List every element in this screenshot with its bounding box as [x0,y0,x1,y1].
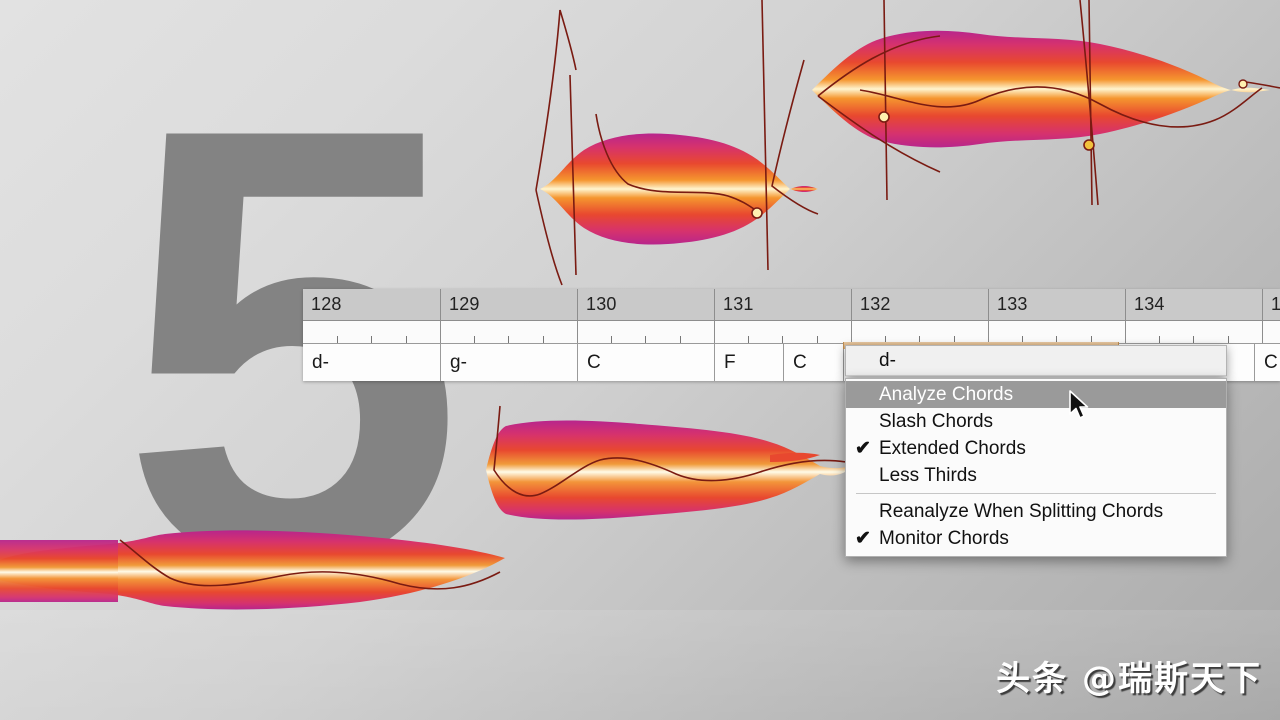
menu-separator [856,493,1216,494]
tick-minor [748,336,749,343]
tick-minor [508,336,509,343]
checkmark-icon: ✔ [855,438,871,459]
menu-item-label: Analyze Chords [879,384,1014,405]
tick-minor [782,336,783,343]
menu-item-label: Monitor Chords [879,528,1009,549]
chord-cell-1[interactable]: d- [303,344,440,381]
tick-minor [1193,336,1194,343]
waveform-blob-lower-middle [486,420,856,520]
tick-minor [543,336,544,343]
tick-major [440,321,441,343]
chord-name-field[interactable]: d- [846,346,1226,376]
tick-minor [645,336,646,343]
menu-item-analyze-chords[interactable]: Analyze Chords [846,381,1226,408]
menu-item-reanalyze-when-splitting-chords[interactable]: Reanalyze When Splitting Chords [846,498,1226,525]
bar-number-134[interactable]: 134 [1125,289,1262,320]
bar-number-130[interactable]: 130 [577,289,714,320]
screenshot-root: 5 128 129 130 131 132 133 134 1 d- g- C … [0,0,1280,720]
menu-item-label: Slash Chords [879,411,994,432]
tick-major [1125,321,1126,343]
bar-number-128[interactable]: 128 [303,289,440,320]
tick-major [577,321,578,343]
tick-major [1262,321,1263,343]
menu-item-label: Reanalyze When Splitting Chords [879,501,1164,522]
bar-number-132[interactable]: 132 [851,289,988,320]
bar-number-131[interactable]: 131 [714,289,851,320]
checkmark-icon: ✔ [855,528,871,549]
menu-item-less-thirds[interactable]: Less Thirds [846,462,1226,489]
bar-number-135[interactable]: 13 [1262,289,1280,320]
beat-tick-row[interactable] [303,321,1280,344]
bar-number-133[interactable]: 133 [988,289,1125,320]
menu-item-label: Less Thirds [879,465,977,486]
chord-cell-4[interactable]: F [714,344,783,381]
menu-item-slash-chords[interactable]: Slash Chords [846,408,1226,435]
tick-major [988,321,989,343]
chord-cell-5[interactable]: C [783,344,843,381]
waveform-ribbed-tail-middle [770,452,820,462]
tick-major [851,321,852,343]
tick-minor [817,336,818,343]
waveform-ribbed-tail-bottom-left [0,540,118,602]
chord-context-menu[interactable]: Analyze Chords Slash Chords ✔ Extended C… [845,378,1227,557]
menu-item-extended-chords[interactable]: ✔ Extended Chords [846,435,1226,462]
menu-item-monitor-chords[interactable]: ✔ Monitor Chords [846,525,1226,552]
tick-minor [611,336,612,343]
tick-major [714,321,715,343]
chord-cell-3[interactable]: C [577,344,714,381]
bar-ruler-row[interactable]: 128 129 130 131 132 133 134 13 [303,289,1280,321]
waveform-node-markers [751,79,1248,219]
chord-edit-popup[interactable]: d- [845,345,1227,376]
tick-minor [680,336,681,343]
tick-minor [406,336,407,343]
tick-minor [371,336,372,343]
chord-cell-7[interactable]: C [1254,344,1280,381]
menu-item-label: Extended Chords [879,438,1026,459]
chord-cell-2[interactable]: g- [440,344,577,381]
waveform-blob-bottom-left [0,530,505,610]
tick-minor [1228,336,1229,343]
tick-minor [474,336,475,343]
waveform-tail-middle [790,185,818,193]
bar-number-129[interactable]: 129 [440,289,577,320]
waveform-blob-middle [540,133,790,245]
tick-minor [1159,336,1160,343]
tick-minor [337,336,338,343]
watermark-text: 头条 @瑞斯天下 [996,659,1262,699]
waveform-blob-top-right [812,30,1270,148]
